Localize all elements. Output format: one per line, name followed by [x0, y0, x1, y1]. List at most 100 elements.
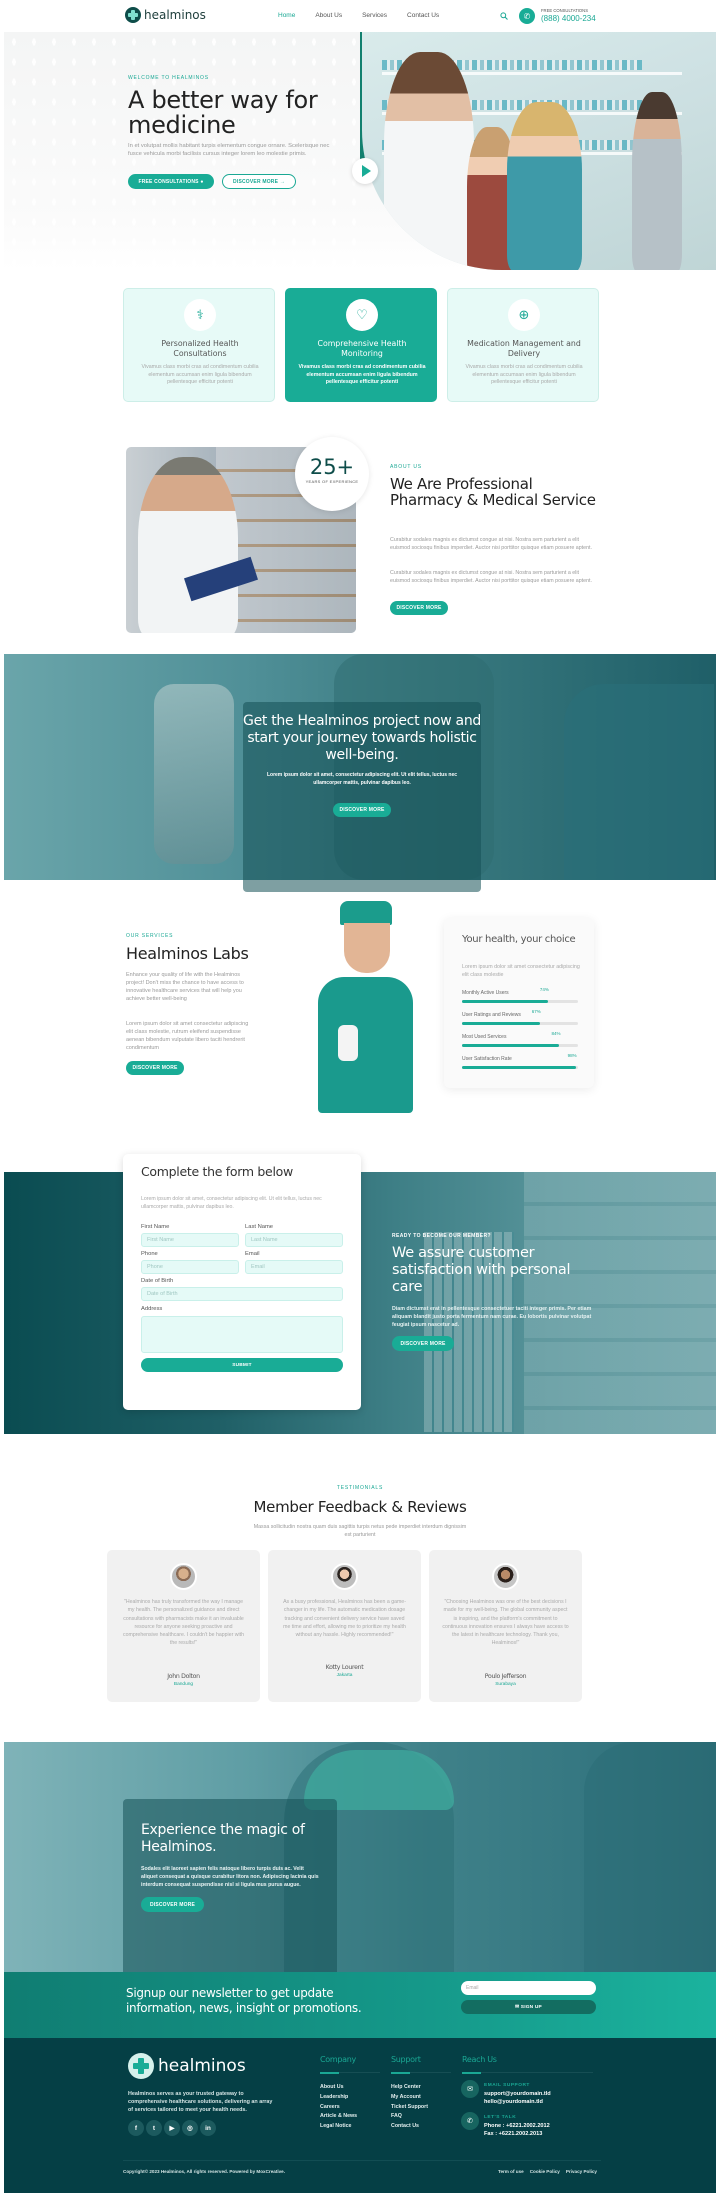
testimonials-subtitle: Massa sollicitudin nostra quam duis sagi… — [253, 1524, 467, 1538]
play-video-button[interactable] — [352, 158, 378, 184]
feature-card[interactable]: ⊕ Medication Management and Delivery Viv… — [447, 288, 599, 402]
feature-card[interactable]: ⚕ Personalized Health Consultations Viva… — [123, 288, 275, 402]
footer-link[interactable]: Help Center — [391, 2083, 428, 2093]
progress-track — [462, 1044, 578, 1047]
footer-link[interactable]: FAQ — [391, 2112, 428, 2122]
facebook-icon[interactable]: f — [128, 2120, 144, 2136]
experience-discover-button[interactable]: DISCOVER MORE — [141, 1897, 204, 1912]
stats-description: Lorem ipsum dolor sit amet consectetur a… — [462, 964, 580, 978]
support-email[interactable]: support@yourdomain.tld — [484, 2090, 551, 2098]
cookie-policy-link[interactable]: Cookie Policy — [530, 2169, 560, 2174]
hero-title: A better way for medicine — [128, 86, 318, 139]
about-title: We Are Professional Pharmacy & Medical S… — [390, 475, 596, 509]
button-label: FREE CONSULTATIONS — [138, 178, 199, 185]
testimonial-card: "Choosing Healminos was one of the best … — [429, 1550, 582, 1702]
logo[interactable]: healminos — [125, 7, 206, 23]
company-links: About Us Leadership Careers Article & Ne… — [320, 2083, 357, 2132]
testimonials-kicker: TESTIMONIALS — [336, 1485, 384, 1491]
progress-fill — [462, 1044, 560, 1047]
footer-link[interactable]: Ticket Support — [391, 2103, 428, 2113]
feature-title: Medication Management and Delivery — [467, 339, 581, 358]
hello-email[interactable]: hello@yourdomain.tld — [484, 2098, 543, 2106]
footer-link[interactable]: Legal Notice — [320, 2122, 357, 2132]
progress-track — [462, 1066, 578, 1069]
youtube-icon[interactable]: ▶ — [164, 2120, 180, 2136]
submit-button[interactable]: SUBMIT — [141, 1358, 343, 1372]
member-discover-button[interactable]: DISCOVER MORE — [392, 1336, 454, 1351]
phone-icon[interactable]: ✆ — [519, 8, 535, 24]
discover-more-button[interactable]: DISCOVER MORE → — [222, 174, 296, 189]
cta-discover-button[interactable]: DISCOVER MORE — [333, 803, 391, 817]
instagram-icon[interactable]: ◎ — [182, 2120, 198, 2136]
nav-about[interactable]: About Us — [315, 12, 342, 19]
sign-up-button[interactable]: ✉ SIGN UP — [461, 2000, 596, 2014]
feature-title: Personalized Health Consultations — [161, 339, 239, 358]
logo-text: healminos — [158, 2056, 246, 2076]
dob-input[interactable]: Date of Birth — [141, 1287, 343, 1301]
footer-link[interactable]: My Account — [391, 2093, 428, 2103]
free-consultations-button[interactable]: FREE CONSULTATIONS ● — [128, 174, 214, 189]
about-paragraph: Curabitur sodales magnis ex dictumst con… — [390, 537, 592, 551]
term-of-use-link[interactable]: Term of use — [498, 2169, 524, 2174]
feature-description: Vivamus class morbi cras ad condimentum … — [141, 364, 259, 385]
footer-divider — [123, 2160, 601, 2161]
social-links: f t ▶ ◎ in — [128, 2120, 216, 2136]
footer-link[interactable]: Contact Us — [391, 2122, 428, 2132]
about-discover-button[interactable]: DISCOVER MORE — [390, 601, 448, 615]
labs-discover-button[interactable]: DISCOVER MORE — [126, 1061, 184, 1075]
testimonial-quote: As a busy professional, Healminos has be… — [283, 1599, 406, 1639]
email-input[interactable]: Email — [245, 1260, 343, 1274]
cta-title: Get the Healminos project now and start … — [243, 713, 481, 763]
main-nav: Home About Us Services Contact Us — [278, 12, 439, 19]
email-icon: ✉ — [461, 2080, 479, 2098]
about-kicker: ABOUT US — [390, 464, 422, 470]
twitter-icon[interactable]: t — [146, 2120, 162, 2136]
heartbeat-icon: ♡ — [346, 299, 378, 331]
avatar — [492, 1563, 519, 1590]
footer-link[interactable]: Careers — [320, 2103, 357, 2113]
testimonials-title: Member Feedback & Reviews — [253, 1498, 467, 1516]
feature-title: Comprehensive Health Monitoring — [317, 339, 407, 358]
footer-link[interactable]: About Us — [320, 2083, 357, 2093]
experience-title: Experience the magic of Healminos. — [141, 1822, 305, 1855]
dob-label: Date of Birth — [141, 1278, 174, 1284]
nav-contact[interactable]: Contact Us — [407, 12, 439, 19]
nav-services[interactable]: Services — [362, 12, 387, 19]
testimonial-card: "Healminos has truly transformed the way… — [107, 1550, 260, 1702]
address-textarea[interactable] — [141, 1316, 343, 1353]
nav-home[interactable]: Home — [278, 12, 295, 19]
footer-link[interactable]: Leadership — [320, 2093, 357, 2103]
search-icon[interactable] — [500, 12, 508, 20]
stat-label: User Satisfaction Rate — [462, 1056, 512, 1062]
support-links: Help Center My Account Ticket Support FA… — [391, 2083, 428, 2132]
hero — [4, 32, 716, 270]
phone-input[interactable]: Phone — [141, 1260, 239, 1274]
progress-track — [462, 1000, 578, 1003]
reach-divider — [462, 2071, 593, 2074]
page: healminos Home About Us Services Contact… — [0, 0, 720, 2193]
stat-row: User Ratings and Reviews 67% — [462, 1009, 578, 1032]
privacy-policy-link[interactable]: Privacy Policy — [566, 2169, 597, 2174]
newsletter-email-input[interactable]: Email — [461, 1981, 596, 1995]
phone-label: Phone — [141, 1251, 158, 1257]
support-divider — [391, 2071, 451, 2074]
lets-talk-label: LET'S TALK — [484, 2115, 517, 2120]
feature-description: Vivamus class morbi cras ad condimentum … — [298, 364, 426, 385]
consult-phone[interactable]: (888) 4000-234 — [541, 14, 596, 23]
footer-logo[interactable]: healminos — [128, 2053, 246, 2079]
hero-description: In et volutpat mollis habitant turpis el… — [128, 143, 330, 158]
phone-number[interactable]: Phone : +6221.2002.2012 — [484, 2122, 550, 2130]
footer — [4, 2038, 716, 2193]
experience-description: Sodales elit laoreet sapien felis natoqu… — [141, 1866, 319, 1888]
form-description: Lorem ipsum dolor sit amet, consectetur … — [141, 1196, 322, 1210]
linkedin-icon[interactable]: in — [200, 2120, 216, 2136]
about-paragraph: Curabitur sodales magnis ex dictumst con… — [390, 570, 592, 584]
feature-card[interactable]: ♡ Comprehensive Health Monitoring Vivamu… — [285, 288, 437, 402]
testimonial-quote: "Healminos has truly transformed the way… — [123, 1599, 244, 1647]
chat-icon: ● — [200, 178, 204, 185]
stat-percent: 67% — [531, 1009, 541, 1014]
footer-link[interactable]: Article & News — [320, 2112, 357, 2122]
testimonial-city: Surabaya — [495, 1682, 516, 1687]
first-name-input[interactable]: First Name — [141, 1233, 239, 1247]
last-name-input[interactable]: Last Name — [245, 1233, 343, 1247]
